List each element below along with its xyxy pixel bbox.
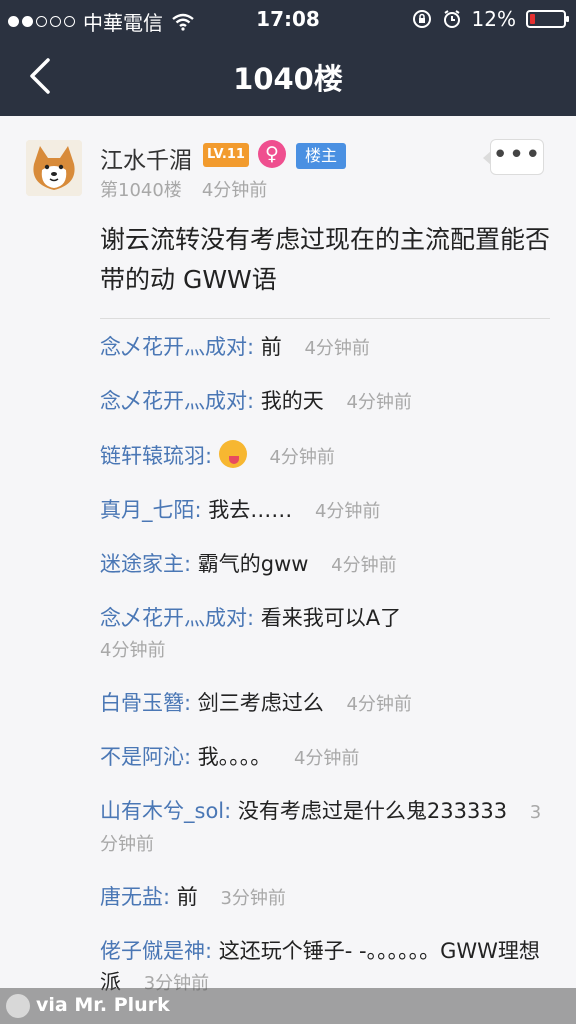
nav-bar: 1040楼 xyxy=(0,38,576,116)
comment-text: 没有考虑过是什么鬼233333 xyxy=(237,799,508,823)
watermark-text: via Mr. Plurk xyxy=(36,994,170,1016)
comment-text: 霸气的gww xyxy=(197,552,309,576)
list-item: 白骨玉簪: 剑三考虑过么 4分钟前 xyxy=(100,688,550,720)
more-options-button[interactable]: ••• xyxy=(483,139,544,175)
comment-author[interactable]: 唐无盐: xyxy=(100,885,170,909)
list-item: 念乄花开灬成对: 我的天 4分钟前 xyxy=(100,386,550,418)
yum-emoji-icon xyxy=(218,440,247,468)
comment-time: 4分钟前 xyxy=(293,748,360,769)
comment-author[interactable]: 念乄花开灬成对: xyxy=(100,389,254,413)
thread-owner-badge: 楼主 xyxy=(296,143,346,169)
comment-time: 4分钟前 xyxy=(346,694,412,715)
comment-text: 前 xyxy=(176,885,198,909)
watermark-bar: via Mr. Plurk xyxy=(0,988,576,1024)
comment-text: 我去…… xyxy=(208,498,293,522)
comment-text: 看来我可以A了 xyxy=(260,606,402,630)
list-item: 链轩辕琉羽: 4分钟前 xyxy=(100,440,550,473)
page-title: 1040楼 xyxy=(233,62,343,96)
post-time: 4分钟前 xyxy=(201,180,268,201)
divider xyxy=(100,318,550,319)
comment-author[interactable]: 山有木兮_sol: xyxy=(100,799,231,823)
comment-author[interactable]: 念乄花开灬成对: xyxy=(100,606,254,630)
comment-time: 4分钟前 xyxy=(304,338,370,359)
list-item: 不是阿沁: 我。。。。 4分钟前 xyxy=(100,742,550,774)
list-item: 念乄花开灬成对: 前 4分钟前 xyxy=(100,332,550,364)
post-content: 谢云流转没有考虑过现在的主流配置能否带的动 GWW语 xyxy=(100,225,551,294)
comment-time: 4分钟前 xyxy=(314,501,381,522)
alarm-icon xyxy=(443,10,460,28)
comment-text: 前 xyxy=(260,335,282,359)
level-badge: LV.11 xyxy=(203,143,249,167)
avatar[interactable] xyxy=(26,140,82,196)
female-gender-icon: ♀ xyxy=(258,140,286,168)
top-bar: 中華電信 17:08 12% 1040楼 xyxy=(0,0,576,116)
comment-author[interactable]: 佬子僦是神: xyxy=(100,939,212,963)
list-item: 山有木兮_sol: 没有考虑过是什么鬼233333 3分钟前 xyxy=(100,796,550,860)
comment-author[interactable]: 念乄花开灬成对: xyxy=(100,335,254,359)
comment-time: 3分钟前 xyxy=(220,888,286,909)
plurk-logo-icon xyxy=(6,994,30,1018)
shiba-avatar-icon xyxy=(26,140,82,196)
floor-number: 第1040楼 xyxy=(100,180,182,201)
comment-author[interactable]: 不是阿沁: xyxy=(100,745,191,769)
comment-text: 剑三考虑过么 xyxy=(197,691,324,715)
comment-time: 4分钟前 xyxy=(331,555,397,576)
comment-text: 我。。。。 xyxy=(197,745,272,769)
post-meta: 第1040楼 4分钟前 xyxy=(100,176,267,202)
comment-text: 我的天 xyxy=(260,389,324,413)
comment-list: 念乄花开灬成对: 前 4分钟前 念乄花开灬成对: 我的天 4分钟前 链轩辕琉羽:… xyxy=(100,332,550,1021)
comment-author[interactable]: 链轩辕琉羽: xyxy=(100,444,212,468)
post-author-name[interactable]: 江水千湄 xyxy=(100,141,192,175)
battery-percent: 12% xyxy=(471,7,516,31)
status-bar: 中華電信 17:08 12% xyxy=(0,0,576,38)
comment-author[interactable]: 真月_七陌: xyxy=(100,498,202,522)
comment-time: 4分钟前 xyxy=(100,640,166,661)
battery-icon xyxy=(526,10,569,28)
list-item: 唐无盐: 前 3分钟前 xyxy=(100,882,550,914)
list-item: 迷途家主: 霸气的gww 4分钟前 xyxy=(100,549,550,581)
comment-author[interactable]: 迷途家主: xyxy=(100,552,191,576)
comment-time: 4分钟前 xyxy=(269,447,335,468)
list-item: 念乄花开灬成对: 看来我可以A了 4分钟前 xyxy=(100,603,550,666)
comment-time: 4分钟前 xyxy=(346,392,412,413)
comment-author[interactable]: 白骨玉簪: xyxy=(100,691,191,715)
rotation-lock-icon xyxy=(412,10,431,28)
list-item: 真月_七陌: 我去…… 4分钟前 xyxy=(100,495,550,527)
